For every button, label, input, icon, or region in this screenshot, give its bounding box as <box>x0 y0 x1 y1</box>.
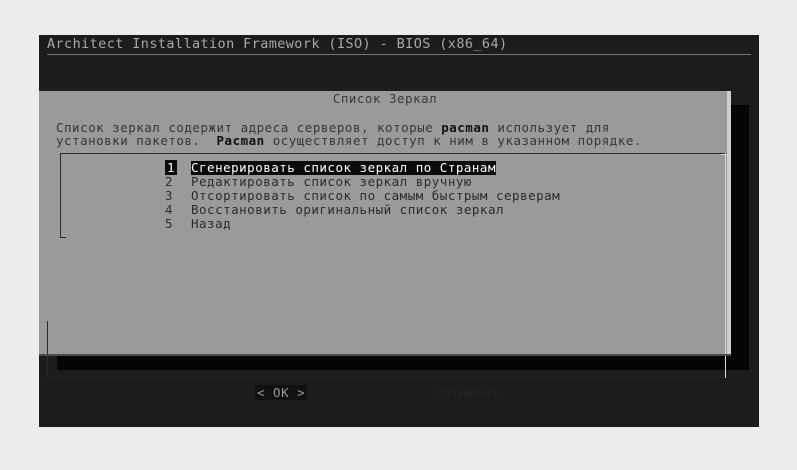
backtitle-divider <box>47 54 751 55</box>
dialog-edge-right <box>727 91 731 356</box>
menu-item-generate[interactable]: 1 Сгенерировать список зеркал по Странам <box>165 160 560 175</box>
menu-item-edit[interactable]: 2 Редактировать список зеркал вручную <box>165 175 560 189</box>
menu-item-label: Сгенерировать список зеркал по Странам <box>191 160 496 175</box>
desc-line2-bold: Pacman <box>216 133 265 148</box>
button-separator <box>47 377 725 378</box>
menu-item-label: Восстановить оригинальный список зеркал <box>191 202 504 217</box>
menu-item-restore[interactable]: 4 Восстановить оригинальный список зеркал <box>165 203 560 217</box>
backtitle: Architect Installation Framework (ISO) -… <box>47 36 508 52</box>
dialog-left-border <box>47 321 48 378</box>
menu-list: 1 Сгенерировать список зеркал по Странам … <box>165 160 560 231</box>
menu-item-label: Назад <box>191 216 232 231</box>
desc-line2-post: осуществляет доступ к ним в указанном по… <box>264 133 642 148</box>
menu-item-number: 5 <box>165 216 174 231</box>
menu-item-number: 1 <box>165 160 178 175</box>
menu-item-label: Редактировать список зеркал вручную <box>191 174 472 189</box>
menu-item-sort[interactable]: 3 Отсортировать список по самым быстрым с… <box>165 189 560 203</box>
mirror-list-dialog: Список Зеркал Список зеркал содержит адр… <box>39 91 731 400</box>
menu-item-back[interactable]: 5 Назад <box>165 217 560 231</box>
dialog-edge-bottom <box>39 354 731 356</box>
menu-item-number: 3 <box>165 188 174 203</box>
dialog-title: Список Зеркал <box>332 91 438 106</box>
desc-line2-pre: установки пакетов. <box>56 133 217 148</box>
dialog-description: Список зеркал содержит адреса серверов, … <box>56 121 726 147</box>
menu-item-label: Отсортировать список по самым быстрым се… <box>191 188 561 203</box>
menu-item-number: 2 <box>165 174 174 189</box>
menu-item-number: 4 <box>165 202 174 217</box>
ok-button[interactable]: < OK > <box>255 385 308 400</box>
dialog-right-border <box>725 153 726 378</box>
terminal-screen: Architect Installation Framework (ISO) -… <box>39 35 759 427</box>
cancel-button[interactable]: <Отмена> <box>435 385 499 400</box>
